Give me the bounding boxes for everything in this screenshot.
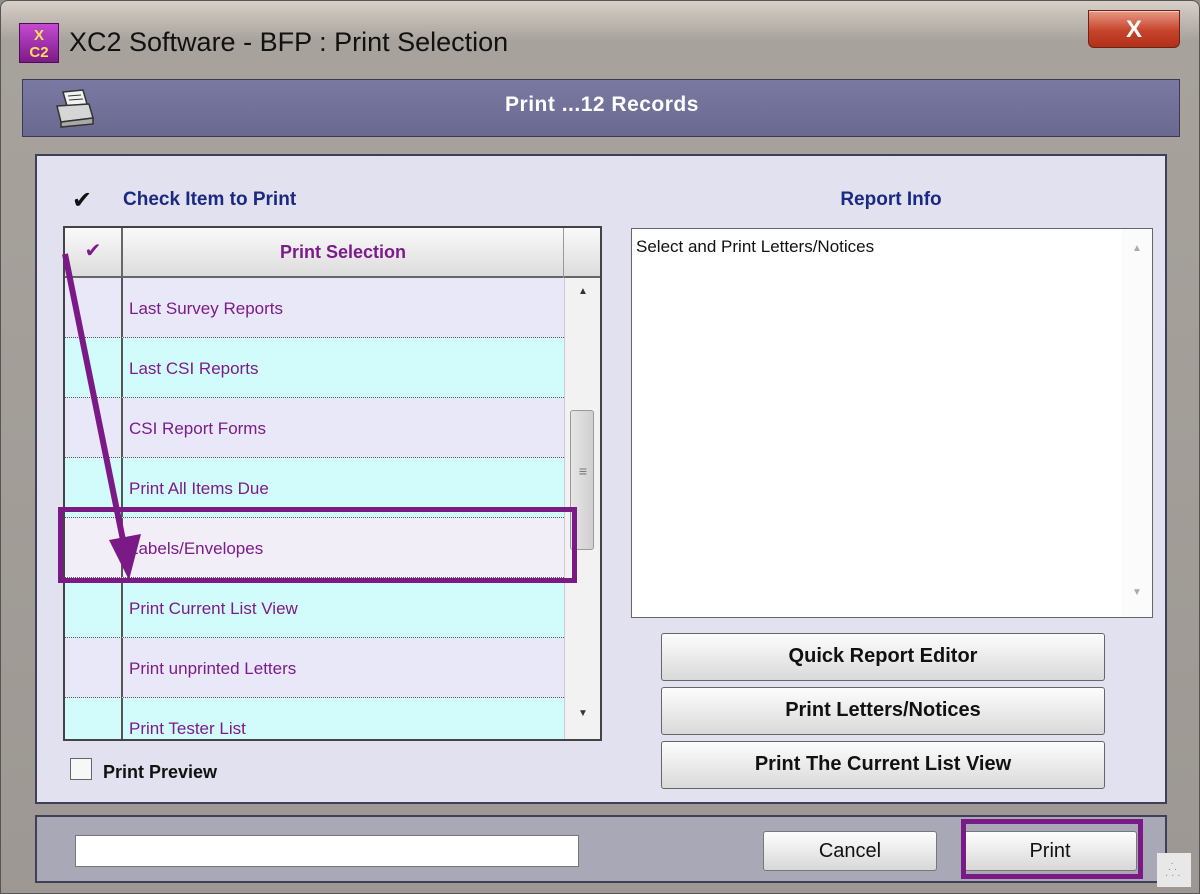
scroll-down-arrow-icon[interactable]: ▼ <box>1122 587 1152 598</box>
window-frame: X C2 XC2 Software - BFP : Print Selection… <box>0 0 1200 894</box>
close-button[interactable]: X <box>1088 10 1180 48</box>
list-item[interactable]: Print Tester List <box>65 698 564 739</box>
list-item-label: Print Current List View <box>129 599 298 618</box>
print-preview-label: Print Preview <box>103 762 218 782</box>
header-band: Print ...12 Records <box>22 79 1180 137</box>
list-item-label: Print All Items Due <box>129 479 269 498</box>
row-checkbox[interactable] <box>65 638 123 697</box>
resize-grip[interactable]: · · · · · · <box>1157 853 1191 887</box>
list-item-label: Last Survey Reports <box>129 299 284 318</box>
close-icon: X <box>1125 16 1142 43</box>
list-item-label: Print unprinted Letters <box>129 659 297 678</box>
print-button-highlight-box <box>961 819 1143 879</box>
footer-panel: Cancel Print · · · · · · <box>35 815 1191 887</box>
print-current-list-view-button[interactable]: Print The Current List View <box>661 741 1105 789</box>
list-item-label: Last CSI Reports <box>129 359 259 378</box>
row-checkbox[interactable] <box>65 698 123 739</box>
annotation-arrow-icon <box>62 253 141 580</box>
scroll-down-arrow-icon[interactable]: ▼ <box>565 708 600 719</box>
list-item-label: CSI Report Forms <box>129 419 266 438</box>
report-info-text: Select and Print Letters/Notices <box>636 237 875 256</box>
print-selection-column-header[interactable]: Print Selection <box>123 242 563 263</box>
header-corner <box>563 228 600 278</box>
check-item-to-print-label: Check Item to Print <box>123 189 297 210</box>
scroll-up-arrow-icon[interactable]: ▲ <box>1122 243 1152 254</box>
title-bar[interactable]: X C2 XC2 Software - BFP : Print Selection… <box>1 1 1200 79</box>
report-info-title: Report Info <box>840 189 942 210</box>
xc2-app-icon: X C2 <box>19 23 59 63</box>
list-item-label: Print Tester List <box>129 719 246 738</box>
report-info-textarea[interactable]: Select and Print Letters/Notices ▲ ▼ <box>631 228 1153 618</box>
main-panel: ✔ Check Item to Print ✔ Print Selection … <box>35 154 1167 804</box>
scroll-up-arrow-icon[interactable]: ▲ <box>565 286 600 297</box>
status-field[interactable] <box>75 835 579 867</box>
info-scrollbar[interactable]: ▲ ▼ <box>1122 229 1152 617</box>
resize-grip-icon: · · · · · · <box>1165 858 1181 881</box>
grip-icon: ≡ <box>578 463 588 479</box>
print-letters-notices-button[interactable]: Print Letters/Notices <box>661 687 1105 735</box>
print-records-title: Print ...12 Records <box>505 93 699 116</box>
list-item[interactable]: Print unprinted Letters <box>65 638 564 698</box>
check-mark-icon: ✔ <box>72 187 93 214</box>
quick-report-editor-button[interactable]: Quick Report Editor <box>661 633 1105 681</box>
cancel-button[interactable]: Cancel <box>763 831 937 871</box>
window-title: XC2 Software - BFP : Print Selection <box>69 27 509 57</box>
print-preview-checkbox[interactable] <box>70 758 92 780</box>
